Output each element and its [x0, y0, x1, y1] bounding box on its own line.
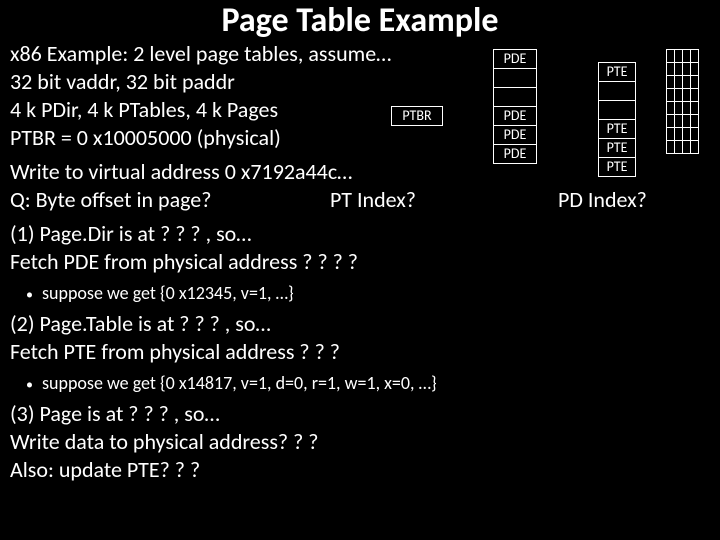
step3-line1: (3) Page is at ? ? ? , so… — [10, 400, 220, 428]
step1-line2: Fetch PDE from physical address ? ? ? ? — [10, 248, 358, 276]
slide: Page Table Example x86 Example: 2 level … — [0, 0, 720, 540]
pte-entry: PTE — [599, 120, 636, 139]
page-directory-table: PDE PDE PDE PDE — [493, 49, 537, 164]
question-pd-index: PD Index? — [558, 186, 647, 213]
step2-line1: (2) Page.Table is at ? ? ? , so… — [10, 310, 271, 338]
pde-entry: PDE — [494, 126, 537, 145]
bullet2-text: suppose we get {0 x14817, v=1, d=0, r=1,… — [42, 372, 437, 394]
page-table: PTE PTE PTE PTE — [598, 62, 636, 177]
pde-entry: PDE — [494, 107, 537, 126]
step3-line2: Write data to physical address? ? ? — [10, 428, 318, 456]
pte-entry-blank — [599, 101, 636, 120]
line-sizes: 4 k PDir, 4 k PTables, 4 k Pages — [10, 96, 278, 124]
pde-entry: PDE — [494, 50, 537, 69]
line-ptbr: PTBR = 0 x10005000 (physical) — [10, 124, 281, 152]
question-pt-index: PT Index? — [330, 186, 416, 213]
pte-entry: PTE — [599, 139, 636, 158]
bullet-icon: • — [26, 376, 33, 393]
step3-line3: Also: update PTE? ? ? — [10, 456, 200, 484]
pte-entry: PTE — [599, 158, 636, 177]
slide-title: Page Table Example — [0, 0, 720, 41]
line-bits: 32 bit vaddr, 32 bit paddr — [10, 68, 235, 96]
pte-entry: PTE — [599, 63, 636, 82]
pde-entry: PDE — [494, 145, 537, 164]
line-write: Write to virtual address 0 x7192a44c… — [10, 158, 352, 186]
ptbr-box: PTBR — [391, 106, 443, 126]
bullet1-text: suppose we get {0 x12345, v=1, …} — [42, 282, 294, 304]
pde-entry-blank — [494, 88, 537, 107]
step1-line1: (1) Page.Dir is at ? ? ? , so… — [10, 220, 251, 248]
line-intro: x86 Example: 2 level page tables, assume… — [10, 40, 391, 68]
bullet-icon: • — [26, 286, 33, 303]
page-frame-grid — [666, 49, 699, 154]
pde-entry-blank — [494, 69, 537, 88]
step2-line2: Fetch PTE from physical address ? ? ? — [10, 338, 340, 366]
pte-entry-blank — [599, 82, 636, 101]
